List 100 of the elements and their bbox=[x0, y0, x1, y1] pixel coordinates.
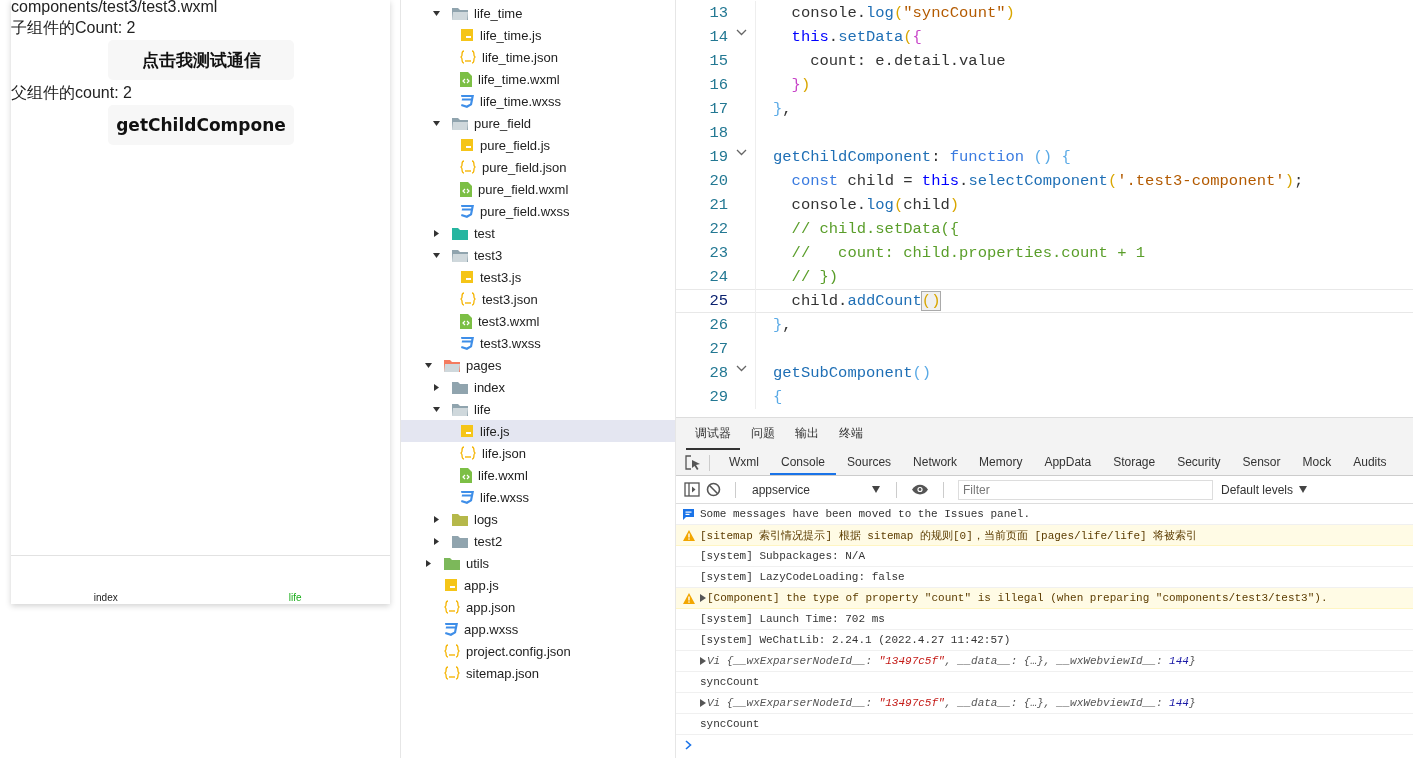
panel-tab[interactable]: 终端 bbox=[830, 418, 872, 450]
tree-item[interactable]: logs bbox=[401, 508, 675, 530]
css-file-icon bbox=[444, 622, 458, 636]
tree-item[interactable]: index bbox=[401, 376, 675, 398]
devtools-tab[interactable]: Audits bbox=[1342, 450, 1398, 475]
prompt-chevron-icon bbox=[685, 740, 692, 750]
js-file-icon bbox=[460, 424, 474, 438]
line-number: 19 bbox=[708, 148, 728, 166]
tree-item[interactable]: life.js bbox=[401, 420, 675, 442]
tree-item[interactable]: pure_field bbox=[401, 112, 675, 134]
line-number: 26 bbox=[708, 316, 728, 334]
tree-item[interactable]: app.js bbox=[401, 574, 675, 596]
json-file-icon bbox=[460, 292, 476, 306]
tree-item[interactable]: life_time bbox=[401, 2, 675, 24]
folder-icon bbox=[452, 116, 468, 130]
wxml-file-icon bbox=[460, 467, 472, 483]
panel-tab[interactable]: 问题 bbox=[742, 418, 784, 450]
code-line: }, bbox=[773, 100, 792, 118]
expand-triangle-icon[interactable] bbox=[700, 594, 706, 602]
wxml-file-icon bbox=[460, 313, 472, 329]
devtools-tab[interactable]: Sensor bbox=[1231, 450, 1292, 475]
tree-item[interactable]: app.json bbox=[401, 596, 675, 618]
expand-triangle-icon[interactable] bbox=[700, 657, 706, 665]
tree-item[interactable]: test bbox=[401, 222, 675, 244]
console-message: Vi {__wxExparserNodeId__: "13497c5f", __data__: {…}, __wxWebviewId__: 144} bbox=[707, 697, 1196, 709]
line-number: 29 bbox=[708, 388, 728, 406]
fold-caret-icon[interactable] bbox=[736, 29, 747, 36]
expand-triangle-icon[interactable] bbox=[700, 699, 706, 707]
page-text: 子组件的Count: 2 bbox=[11, 18, 137, 38]
code-line: // child.setData({ bbox=[790, 220, 960, 238]
tree-item[interactable]: app.wxss bbox=[401, 618, 675, 640]
tree-item[interactable]: project.config.json bbox=[401, 640, 675, 662]
devtools-tab[interactable]: Console bbox=[770, 450, 837, 475]
caret-icon bbox=[433, 229, 440, 237]
test-button[interactable]: 点击我测试通信 bbox=[108, 40, 294, 80]
devtools-tab[interactable]: Wxml bbox=[718, 450, 770, 475]
code-line: }) bbox=[790, 76, 811, 94]
tab-bar-item[interactable]: index bbox=[93, 592, 118, 604]
console-message: [Component] the type of property "count" is illegal (when preparing "components/test3/test3"). bbox=[707, 592, 1328, 604]
folder-icon bbox=[452, 380, 468, 394]
tree-item[interactable]: life bbox=[401, 398, 675, 420]
js-file-icon bbox=[460, 138, 474, 152]
tree-item[interactable]: pure_field.json bbox=[401, 156, 675, 178]
filter-field[interactable]: Filter bbox=[958, 479, 1213, 500]
log-levels-dropdown[interactable]: Default levels bbox=[1221, 482, 1308, 497]
tree-item[interactable]: life_time.js bbox=[401, 24, 675, 46]
tree-item[interactable]: life_time.json bbox=[401, 46, 675, 68]
tree-item[interactable]: test2 bbox=[401, 530, 675, 552]
line-number: 28 bbox=[708, 364, 728, 382]
tree-item[interactable]: test3.json bbox=[401, 288, 675, 310]
json-file-icon bbox=[444, 666, 460, 680]
code-line: // }) bbox=[790, 268, 839, 286]
tree-item[interactable]: pure_field.js bbox=[401, 134, 675, 156]
tree-item[interactable]: sitemap.json bbox=[401, 662, 675, 684]
css-file-icon bbox=[460, 204, 474, 218]
inspect-icon[interactable] bbox=[685, 454, 701, 471]
context-dropdown[interactable]: appservice bbox=[750, 482, 882, 497]
tree-item[interactable]: pure_field.wxml bbox=[401, 178, 675, 200]
console-message: [system] Launch Time: 702 ms bbox=[700, 613, 885, 625]
js-file-icon bbox=[460, 270, 474, 284]
tree-item[interactable]: test3.wxml bbox=[401, 310, 675, 332]
json-file-icon bbox=[460, 160, 476, 174]
eye-icon[interactable] bbox=[911, 484, 929, 495]
tree-item[interactable]: test3.wxss bbox=[401, 332, 675, 354]
js-file-icon bbox=[444, 578, 458, 592]
folder-icon bbox=[444, 556, 460, 570]
tree-item[interactable]: life_time.wxss bbox=[401, 90, 675, 112]
devtools-tab[interactable]: Mock bbox=[1291, 450, 1343, 475]
panel-tab[interactable]: 输出 bbox=[786, 418, 828, 450]
tree-item[interactable]: test3.js bbox=[401, 266, 675, 288]
tree-item[interactable]: life_time.wxml bbox=[401, 68, 675, 90]
code-line: { bbox=[773, 388, 783, 406]
tree-item[interactable]: pages bbox=[401, 354, 675, 376]
devtools-tab[interactable]: Sources bbox=[836, 450, 903, 475]
css-file-icon bbox=[460, 336, 474, 350]
caret-icon bbox=[425, 361, 432, 369]
tree-item[interactable]: life.wxml bbox=[401, 464, 675, 486]
tree-item[interactable]: life.json bbox=[401, 442, 675, 464]
devtools-tab[interactable]: Network bbox=[902, 450, 969, 475]
line-number: 23 bbox=[708, 244, 728, 262]
json-file-icon bbox=[460, 446, 476, 460]
tree-item[interactable]: utils bbox=[401, 552, 675, 574]
warning-icon bbox=[683, 593, 695, 604]
tree-item[interactable]: pure_field.wxss bbox=[401, 200, 675, 222]
sidebar-toggle-icon[interactable] bbox=[684, 482, 700, 497]
devtools-tab[interactable]: AppData bbox=[1033, 450, 1103, 475]
devtools-tab[interactable]: Security bbox=[1166, 450, 1232, 475]
fold-caret-icon[interactable] bbox=[736, 365, 747, 372]
line-number: 27 bbox=[708, 340, 728, 358]
tree-item[interactable]: life.wxss bbox=[401, 486, 675, 508]
console-message: Vi {__wxExparserNodeId__: "13497c5f", __data__: {…}, __wxWebviewId__: 144} bbox=[707, 655, 1196, 667]
clear-console-icon[interactable] bbox=[706, 482, 721, 497]
devtools-tab[interactable]: Storage bbox=[1102, 450, 1167, 475]
console-message: syncCount bbox=[700, 718, 760, 730]
folder-icon bbox=[452, 6, 468, 20]
fold-caret-icon[interactable] bbox=[736, 149, 747, 156]
folder-icon bbox=[452, 226, 468, 240]
devtools-tab[interactable]: Memory bbox=[968, 450, 1034, 475]
get-child-button[interactable]: getChildCompone bbox=[108, 105, 294, 145]
tree-item[interactable]: test3 bbox=[401, 244, 675, 266]
